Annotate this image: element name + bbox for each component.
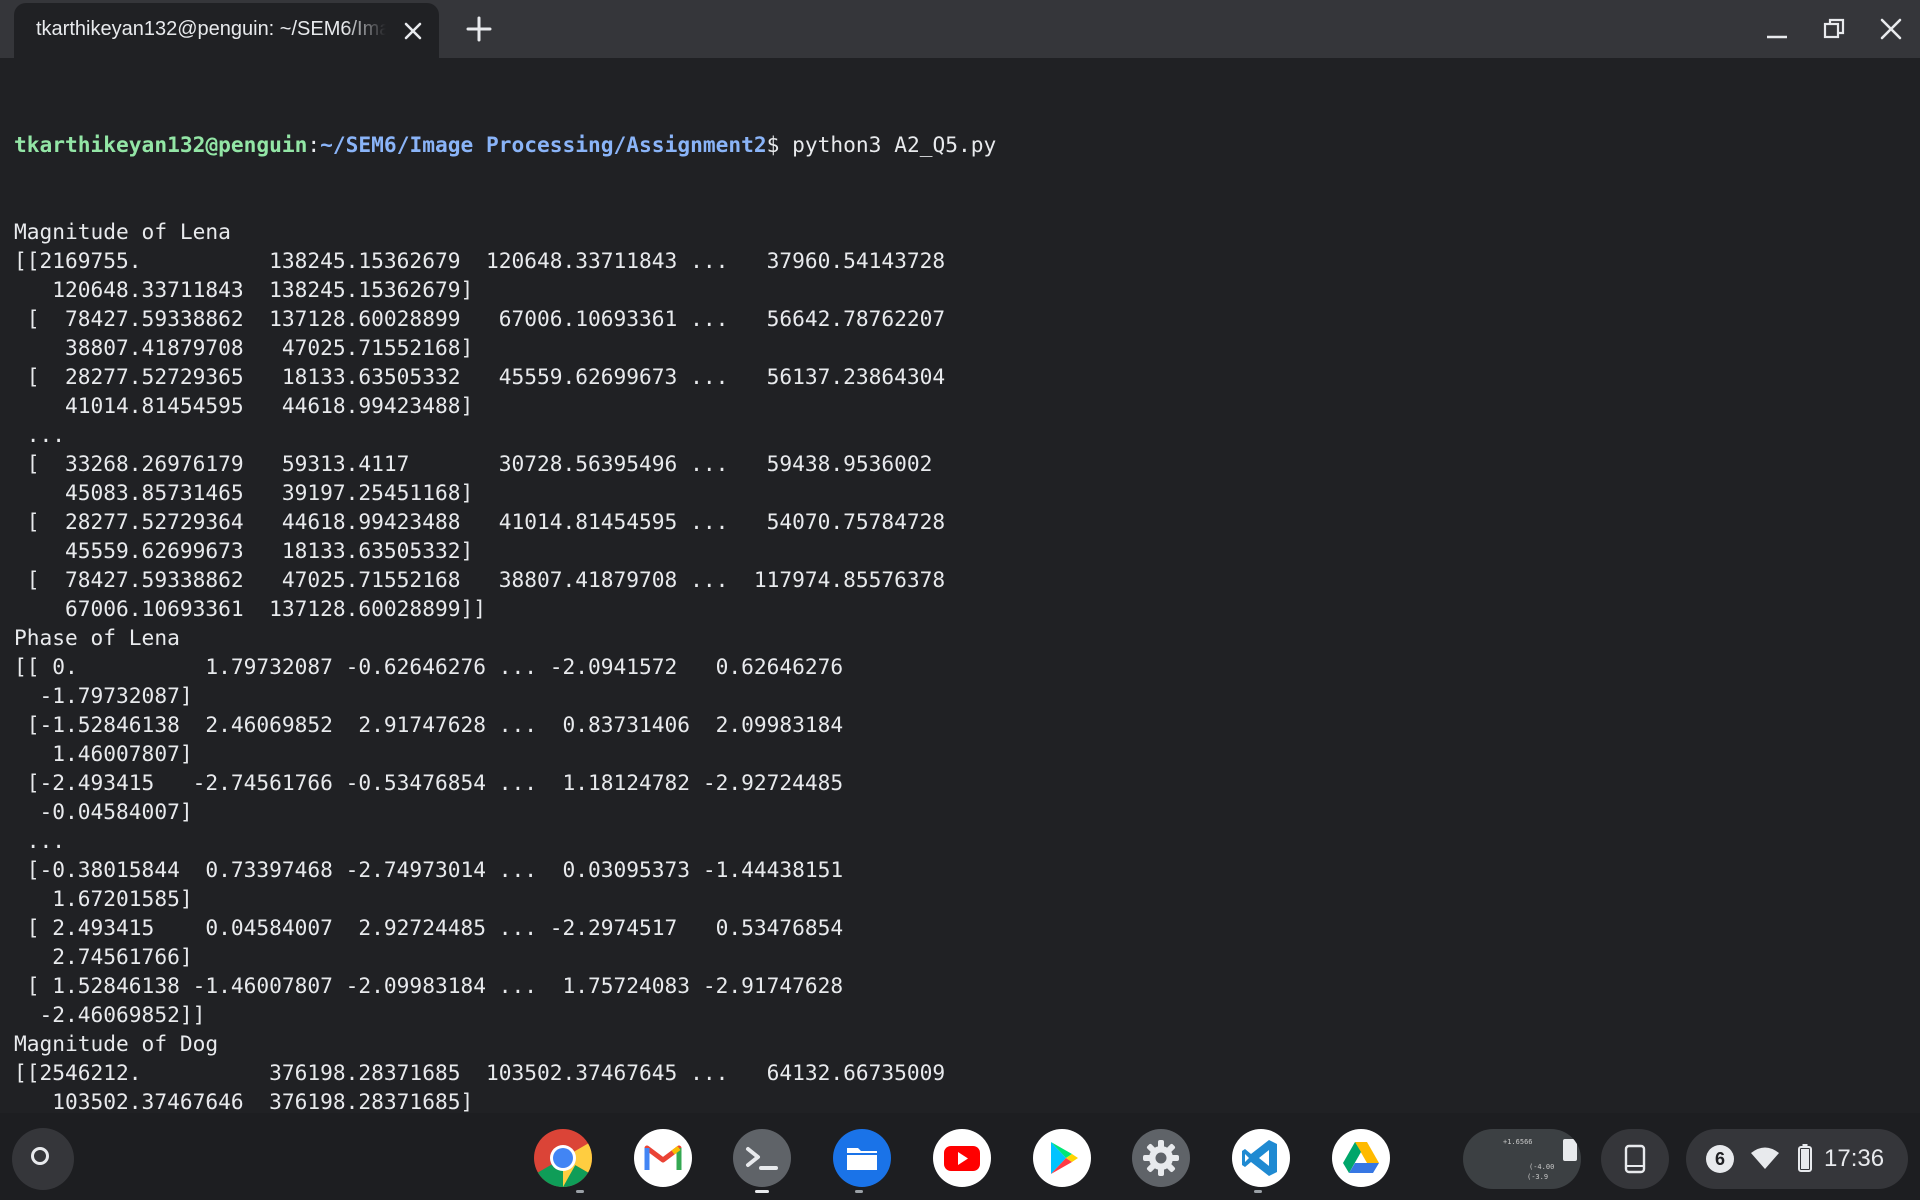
output-line: 103502.37467646 376198.28371685]: [14, 1089, 474, 1113]
title-bar: tkarthikeyan132@penguin: ~/SEM6/Image Pr…: [0, 0, 1920, 58]
chrome-icon: [534, 1129, 592, 1187]
output-line: Magnitude of Dog: [14, 1031, 219, 1056]
shelf: +1.6566 (-4.00 (-3.9 6 17:36: [0, 1113, 1920, 1200]
output-line: [ 28277.52729364 44618.99423488 41014.81…: [14, 509, 946, 534]
minimize-button[interactable]: [1760, 12, 1794, 46]
output-line: -2.46069852]]: [14, 1002, 206, 1027]
output-line: 2.74561766]: [14, 944, 193, 969]
settings-icon: [1132, 1129, 1190, 1187]
terminal-tab[interactable]: tkarthikeyan132@penguin: ~/SEM6/Image Pr…: [14, 3, 439, 58]
output-line: -1.79732087]: [14, 683, 193, 708]
output-line: -0.04584007]: [14, 799, 193, 824]
thumbnail-text-2: (-4.00: [1529, 1163, 1555, 1171]
running-indicator: [855, 1190, 863, 1193]
status-area[interactable]: 6 17:36: [1686, 1129, 1908, 1189]
output-line: Phase of Lena: [14, 625, 180, 650]
prompt-line: tkarthikeyan132@penguin:~/SEM6/Image Pro…: [14, 130, 996, 159]
output-line: ...: [14, 422, 66, 447]
output-line: [-2.493415 -2.74561766 -0.53476854 ... 1…: [14, 770, 844, 795]
shelf-app-play-store[interactable]: [1032, 1128, 1092, 1188]
close-icon: [1880, 18, 1902, 40]
running-indicator: [1254, 1190, 1262, 1193]
output-line: [ 33268.26976179 59313.4117 30728.563954…: [14, 451, 933, 476]
plus-icon: [466, 16, 492, 42]
play-store-icon: [1033, 1129, 1091, 1187]
output-line: [ 2.493415 0.04584007 2.92724485 ... -2.…: [14, 915, 844, 940]
output-line: [ 1.52846138 -1.46007807 -2.09983184 ...…: [14, 973, 844, 998]
output-line: 120648.33711843 138245.15362679]: [14, 277, 474, 302]
prompt-path: ~/SEM6/Image Processing/Assignment2: [320, 132, 767, 157]
files-icon: [833, 1129, 891, 1187]
output-line: [[2546212. 376198.28371685 103502.374676…: [14, 1060, 946, 1085]
phone-icon: [1624, 1144, 1646, 1174]
shelf-app-vscode[interactable]: [1231, 1128, 1291, 1188]
output-line: [[2169755. 138245.15362679 120648.337118…: [14, 248, 946, 273]
running-indicator: [755, 1190, 769, 1193]
youtube-icon: [933, 1129, 991, 1187]
new-tab-button[interactable]: [462, 12, 496, 46]
thumbnail-document: [1563, 1139, 1577, 1161]
thumbnail-text-3: (-3.9: [1527, 1173, 1549, 1181]
prompt-dollar: $: [766, 132, 780, 157]
output-line: Magnitude of Lena: [14, 219, 231, 244]
wifi-icon: [1751, 1147, 1779, 1169]
shelf-app-youtube[interactable]: [932, 1128, 992, 1188]
output-line: [-1.52846138 2.46069852 2.91747628 ... 0…: [14, 712, 844, 737]
output-line: [ 78427.59338862 137128.60028899 67006.1…: [14, 306, 946, 331]
drive-icon: [1332, 1129, 1390, 1187]
shelf-app-terminal[interactable]: [732, 1128, 792, 1188]
output-line: 45083.85731465 39197.25451168]: [14, 480, 474, 505]
gmail-icon: [634, 1129, 692, 1187]
output-line: 1.46007807]: [14, 741, 193, 766]
launcher-icon: [31, 1147, 49, 1165]
thumbnail-text-1: +1.6566: [1503, 1138, 1533, 1146]
output-line: [-0.38015844 0.73397468 -2.74973014 ... …: [14, 857, 844, 882]
shelf-app-files[interactable]: [832, 1128, 892, 1188]
output-line: 38807.41879708 47025.71552168]: [14, 335, 474, 360]
tab-title: tkarthikeyan132@penguin: ~/SEM6/Image Pr…: [36, 18, 386, 40]
output-line: [[ 0. 1.79732087 -0.62646276 ... -2.0941…: [14, 654, 844, 679]
minimize-icon: [1767, 35, 1787, 39]
shelf-app-gmail[interactable]: [633, 1128, 693, 1188]
vscode-icon: [1232, 1129, 1290, 1187]
output-line: [ 78427.59338862 47025.71552168 38807.41…: [14, 567, 946, 592]
shelf-app-drive[interactable]: [1331, 1128, 1391, 1188]
restore-icon: [1823, 18, 1845, 39]
battery-icon: [1798, 1144, 1812, 1172]
output-line: 67006.10693361 137128.60028899]]: [14, 596, 486, 621]
close-icon[interactable]: [400, 18, 426, 44]
prompt-user-host: tkarthikeyan132@penguin: [14, 132, 308, 157]
notification-count-badge: 6: [1706, 1145, 1734, 1173]
maximize-button[interactable]: [1817, 12, 1851, 46]
output-line: ...: [14, 828, 66, 853]
running-indicator: [576, 1190, 584, 1193]
shelf-app-settings[interactable]: [1131, 1128, 1191, 1188]
terminal-icon: [733, 1129, 791, 1187]
close-window-button[interactable]: [1874, 12, 1908, 46]
command-text: python3 A2_Q5.py: [779, 132, 997, 157]
shelf-app-chrome[interactable]: [533, 1128, 593, 1188]
prompt-colon: :: [307, 132, 321, 157]
phone-hub-button[interactable]: [1601, 1129, 1669, 1189]
output-line: 41014.81454595 44618.99423488]: [14, 393, 474, 418]
output-line: [ 28277.52729365 18133.63505332 45559.62…: [14, 364, 946, 389]
output-line: 45559.62699673 18133.63505332]: [14, 538, 474, 563]
launcher-button[interactable]: [12, 1128, 74, 1190]
window-preview-thumbnail[interactable]: +1.6566 (-4.00 (-3.9: [1463, 1129, 1581, 1189]
output-line: 1.67201585]: [14, 886, 193, 911]
clock: 17:36: [1824, 1145, 1885, 1172]
terminal-output[interactable]: tkarthikeyan132@penguin:~/SEM6/Image Pro…: [0, 58, 1920, 1113]
